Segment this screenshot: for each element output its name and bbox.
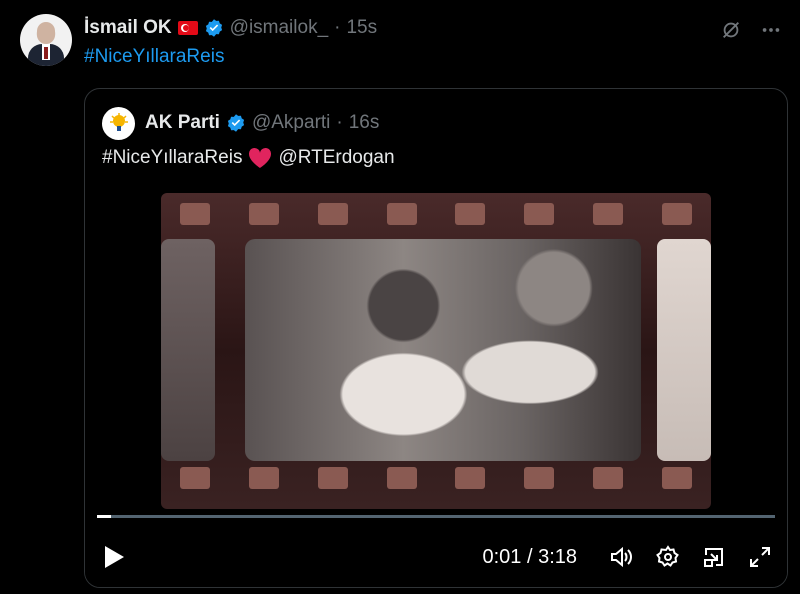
quoted-text: #NiceYıllaraReis @RTErdogan xyxy=(102,147,395,169)
fullscreen-icon[interactable] xyxy=(745,542,775,572)
author-name[interactable]: İsmail OK xyxy=(84,17,172,39)
tweet-hashtag[interactable]: #NiceYıllaraReis xyxy=(84,46,224,68)
timecode: 0:01 / 3:18 xyxy=(482,545,577,568)
tweet-header: İsmail OK @ismailok_ · 15s xyxy=(84,15,377,41)
quoted-handle[interactable]: @Akparti xyxy=(252,112,330,134)
timestamp[interactable]: 15s xyxy=(346,17,377,39)
tweet-actions xyxy=(719,18,783,42)
avatar[interactable] xyxy=(20,14,72,66)
pip-icon[interactable] xyxy=(699,542,729,572)
progress-bar[interactable] xyxy=(97,515,775,518)
quoted-header: AK Parti @Akparti · 16s xyxy=(102,105,379,141)
video-player[interactable]: 0:01 / 3:18 xyxy=(85,193,787,587)
grok-icon[interactable] xyxy=(719,18,743,42)
separator: · xyxy=(336,112,343,133)
more-icon[interactable] xyxy=(759,18,783,42)
play-icon[interactable] xyxy=(97,540,131,574)
video-thumbnail[interactable] xyxy=(161,193,711,509)
volume-icon[interactable] xyxy=(607,542,637,572)
settings-icon[interactable] xyxy=(653,542,683,572)
heart-icon xyxy=(248,147,272,169)
verified-icon[interactable] xyxy=(204,18,224,38)
quoted-mention[interactable]: @RTErdogan xyxy=(278,147,394,169)
author-handle[interactable]: @ismailok_ xyxy=(230,17,328,39)
quoted-tweet[interactable]: AK Parti @Akparti · 16s #NiceYıllaraReis… xyxy=(84,88,788,588)
progress-fill xyxy=(97,515,111,518)
quoted-author-name[interactable]: AK Parti xyxy=(145,112,220,134)
quoted-timestamp[interactable]: 16s xyxy=(349,112,380,134)
quoted-hashtag[interactable]: #NiceYıllaraReis xyxy=(102,147,242,169)
akparti-logo-icon[interactable] xyxy=(102,106,135,140)
verified-icon[interactable] xyxy=(226,113,246,133)
separator: · xyxy=(334,17,341,38)
turkey-flag-icon xyxy=(177,21,198,35)
video-controls: 0:01 / 3:18 xyxy=(97,537,775,577)
